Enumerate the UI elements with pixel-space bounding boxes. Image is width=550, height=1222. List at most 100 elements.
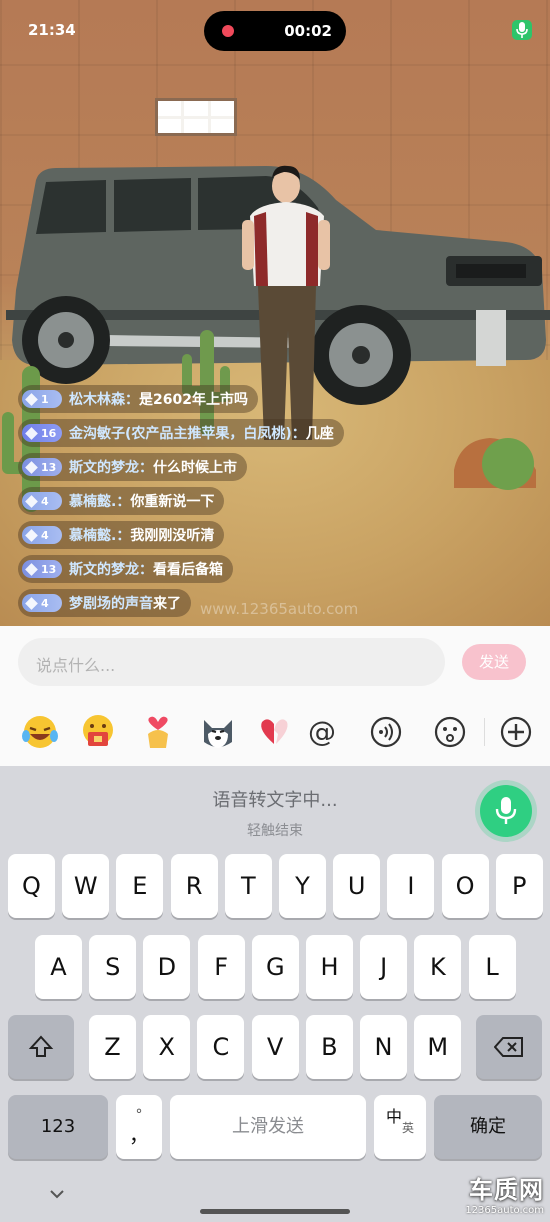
shift-key[interactable] (8, 1015, 74, 1079)
comment-bubble: 4 梦剧场的声音 来了 (18, 589, 191, 617)
comment-username[interactable]: 慕楠懿.： (69, 525, 130, 545)
husky-emoji[interactable] (198, 712, 238, 752)
shift-icon (28, 1035, 54, 1057)
comment-text: 什么时候上市 (153, 460, 237, 476)
broken-heart-emoji[interactable] (254, 712, 294, 752)
level-number: 13 (41, 562, 57, 576)
comment-row[interactable]: 4 慕楠懿.： 我刚刚没听清 (18, 521, 518, 549)
comment-bubble: 13 斯文的梦龙： 看看后备箱 (18, 555, 233, 583)
key-r[interactable]: R (170, 854, 218, 918)
key-n[interactable]: N (360, 1015, 407, 1079)
recording-timer: 00:02 (284, 22, 332, 40)
laughing-crying-emoji[interactable] (20, 712, 60, 752)
confirm-key[interactable]: 确定 (434, 1095, 542, 1159)
key-w[interactable]: W (62, 854, 110, 918)
key-s[interactable]: S (89, 935, 137, 999)
comment-username[interactable]: 斯文的梦龙： (69, 559, 153, 579)
lang-en: 英 (402, 1121, 415, 1135)
chevron-down-icon[interactable] (48, 1188, 66, 1200)
brand-url: 12365auto.com (465, 1205, 544, 1216)
comment-username[interactable]: 慕楠懿.： (69, 491, 130, 511)
comment-username[interactable]: 斯文的梦龙： (69, 457, 153, 477)
key-d[interactable]: D (143, 935, 191, 999)
comment-row[interactable]: 16 金沟敏子(农产品主推苹果，白凤桃)： 几座 (18, 419, 518, 447)
comment-placeholder: 说点什么... (36, 656, 116, 675)
key-g[interactable]: G (251, 935, 299, 999)
home-indicator[interactable] (200, 1209, 350, 1214)
comment-bubble: 13 斯文的梦龙： 什么时候上市 (18, 453, 247, 481)
key-p[interactable]: P (495, 854, 543, 918)
level-number: 16 (41, 426, 57, 440)
language-switch-key[interactable]: 中英 (374, 1095, 426, 1159)
level-number: 13 (41, 460, 57, 474)
gift-bag-emoji[interactable] (78, 712, 118, 752)
key-k[interactable]: K (414, 935, 462, 999)
key-q[interactable]: Q (8, 854, 55, 918)
comment-input[interactable]: 说点什么... (18, 638, 445, 686)
comment-text: 看看后备箱 (153, 562, 223, 578)
backspace-key[interactable] (476, 1015, 542, 1079)
comment-composer: 说点什么... 发送 @ (0, 626, 550, 766)
voice-wave-icon[interactable] (366, 712, 406, 752)
recording-indicator[interactable]: 00:02 (204, 11, 346, 51)
key-c[interactable]: C (197, 1015, 245, 1079)
live-video[interactable]: www.12365auto.com 1 松木林森： 是2602年上市吗 16 金沟敏子(… (0, 0, 550, 626)
send-button[interactable]: 发送 (462, 644, 526, 680)
key-h[interactable]: H (306, 935, 353, 999)
diamond-icon (25, 494, 38, 508)
heart-hands-emoji[interactable] (138, 712, 178, 752)
space-key[interactable]: 上滑发送 (170, 1095, 366, 1159)
key-i[interactable]: I (387, 854, 435, 918)
voice-status-text: 语音转文字中... (212, 790, 338, 811)
comment-bubble: 16 金沟敏子(农产品主推苹果，白凤桃)： 几座 (18, 419, 344, 447)
fan-level-badge: 4 (22, 594, 62, 612)
diamond-icon (25, 528, 38, 542)
key-m[interactable]: M (414, 1015, 462, 1079)
key-l[interactable]: L (468, 935, 516, 999)
comment-username[interactable]: 梦剧场的声音 (69, 593, 153, 613)
fan-level-badge: 13 (22, 560, 62, 578)
key-z[interactable]: Z (89, 1015, 136, 1079)
emoji-bar: @ (0, 712, 550, 756)
backspace-icon (493, 1037, 523, 1057)
key-t[interactable]: T (224, 854, 272, 918)
comment-bubble: 4 慕楠懿.： 你重新说一下 (18, 487, 225, 515)
punctuation-key[interactable]: °， (116, 1095, 162, 1159)
diamond-icon (25, 426, 38, 440)
key-j[interactable]: J (360, 935, 408, 999)
level-number: 4 (41, 596, 49, 610)
punct-top: ° (135, 1107, 143, 1123)
key-b[interactable]: B (305, 1015, 353, 1079)
at-icon[interactable]: @ (302, 712, 342, 752)
key-o[interactable]: O (441, 854, 489, 918)
voice-input-status: 语音转文字中... 轻触结束 (0, 786, 550, 840)
level-number: 4 (41, 528, 49, 542)
key-a[interactable]: A (35, 935, 82, 999)
numbers-key[interactable]: 123 (8, 1095, 108, 1159)
level-number: 1 (41, 392, 49, 406)
comment-username[interactable]: 金沟敏子(农产品主推苹果，白凤桃)： (69, 423, 306, 443)
record-dot-icon (222, 25, 234, 37)
voice-hint-text: 轻触结束 (247, 823, 303, 839)
comment-text: 我刚刚没听清 (130, 528, 215, 544)
comment-username[interactable]: 松木林森： (69, 389, 139, 409)
comment-row[interactable]: 4 慕楠懿.： 你重新说一下 (18, 487, 518, 515)
key-y[interactable]: Y (279, 854, 326, 918)
add-icon[interactable] (496, 712, 536, 752)
comment-bubble: 1 松木林森： 是2602年上市吗 (18, 385, 258, 413)
smiley-icon[interactable] (430, 712, 470, 752)
mic-active-icon (512, 20, 532, 40)
key-x[interactable]: X (143, 1015, 191, 1079)
diamond-icon (25, 392, 38, 406)
key-f[interactable]: F (197, 935, 245, 999)
comment-row[interactable]: 4 梦剧场的声音 来了 (18, 589, 518, 617)
comment-row[interactable]: 13 斯文的梦龙： 看看后备箱 (18, 555, 518, 583)
key-e[interactable]: E (116, 854, 164, 918)
comment-list: 1 松木林森： 是2602年上市吗 16 金沟敏子(农产品主推苹果，白凤桃)： 几座 13 斯… (18, 385, 518, 623)
key-v[interactable]: V (251, 1015, 299, 1079)
diamond-icon (25, 562, 38, 576)
comment-row[interactable]: 1 松木林森： 是2602年上市吗 (18, 385, 518, 413)
voice-mic-button[interactable] (480, 785, 532, 837)
comment-row[interactable]: 13 斯文的梦龙： 什么时候上市 (18, 453, 518, 481)
key-u[interactable]: U (333, 854, 381, 918)
